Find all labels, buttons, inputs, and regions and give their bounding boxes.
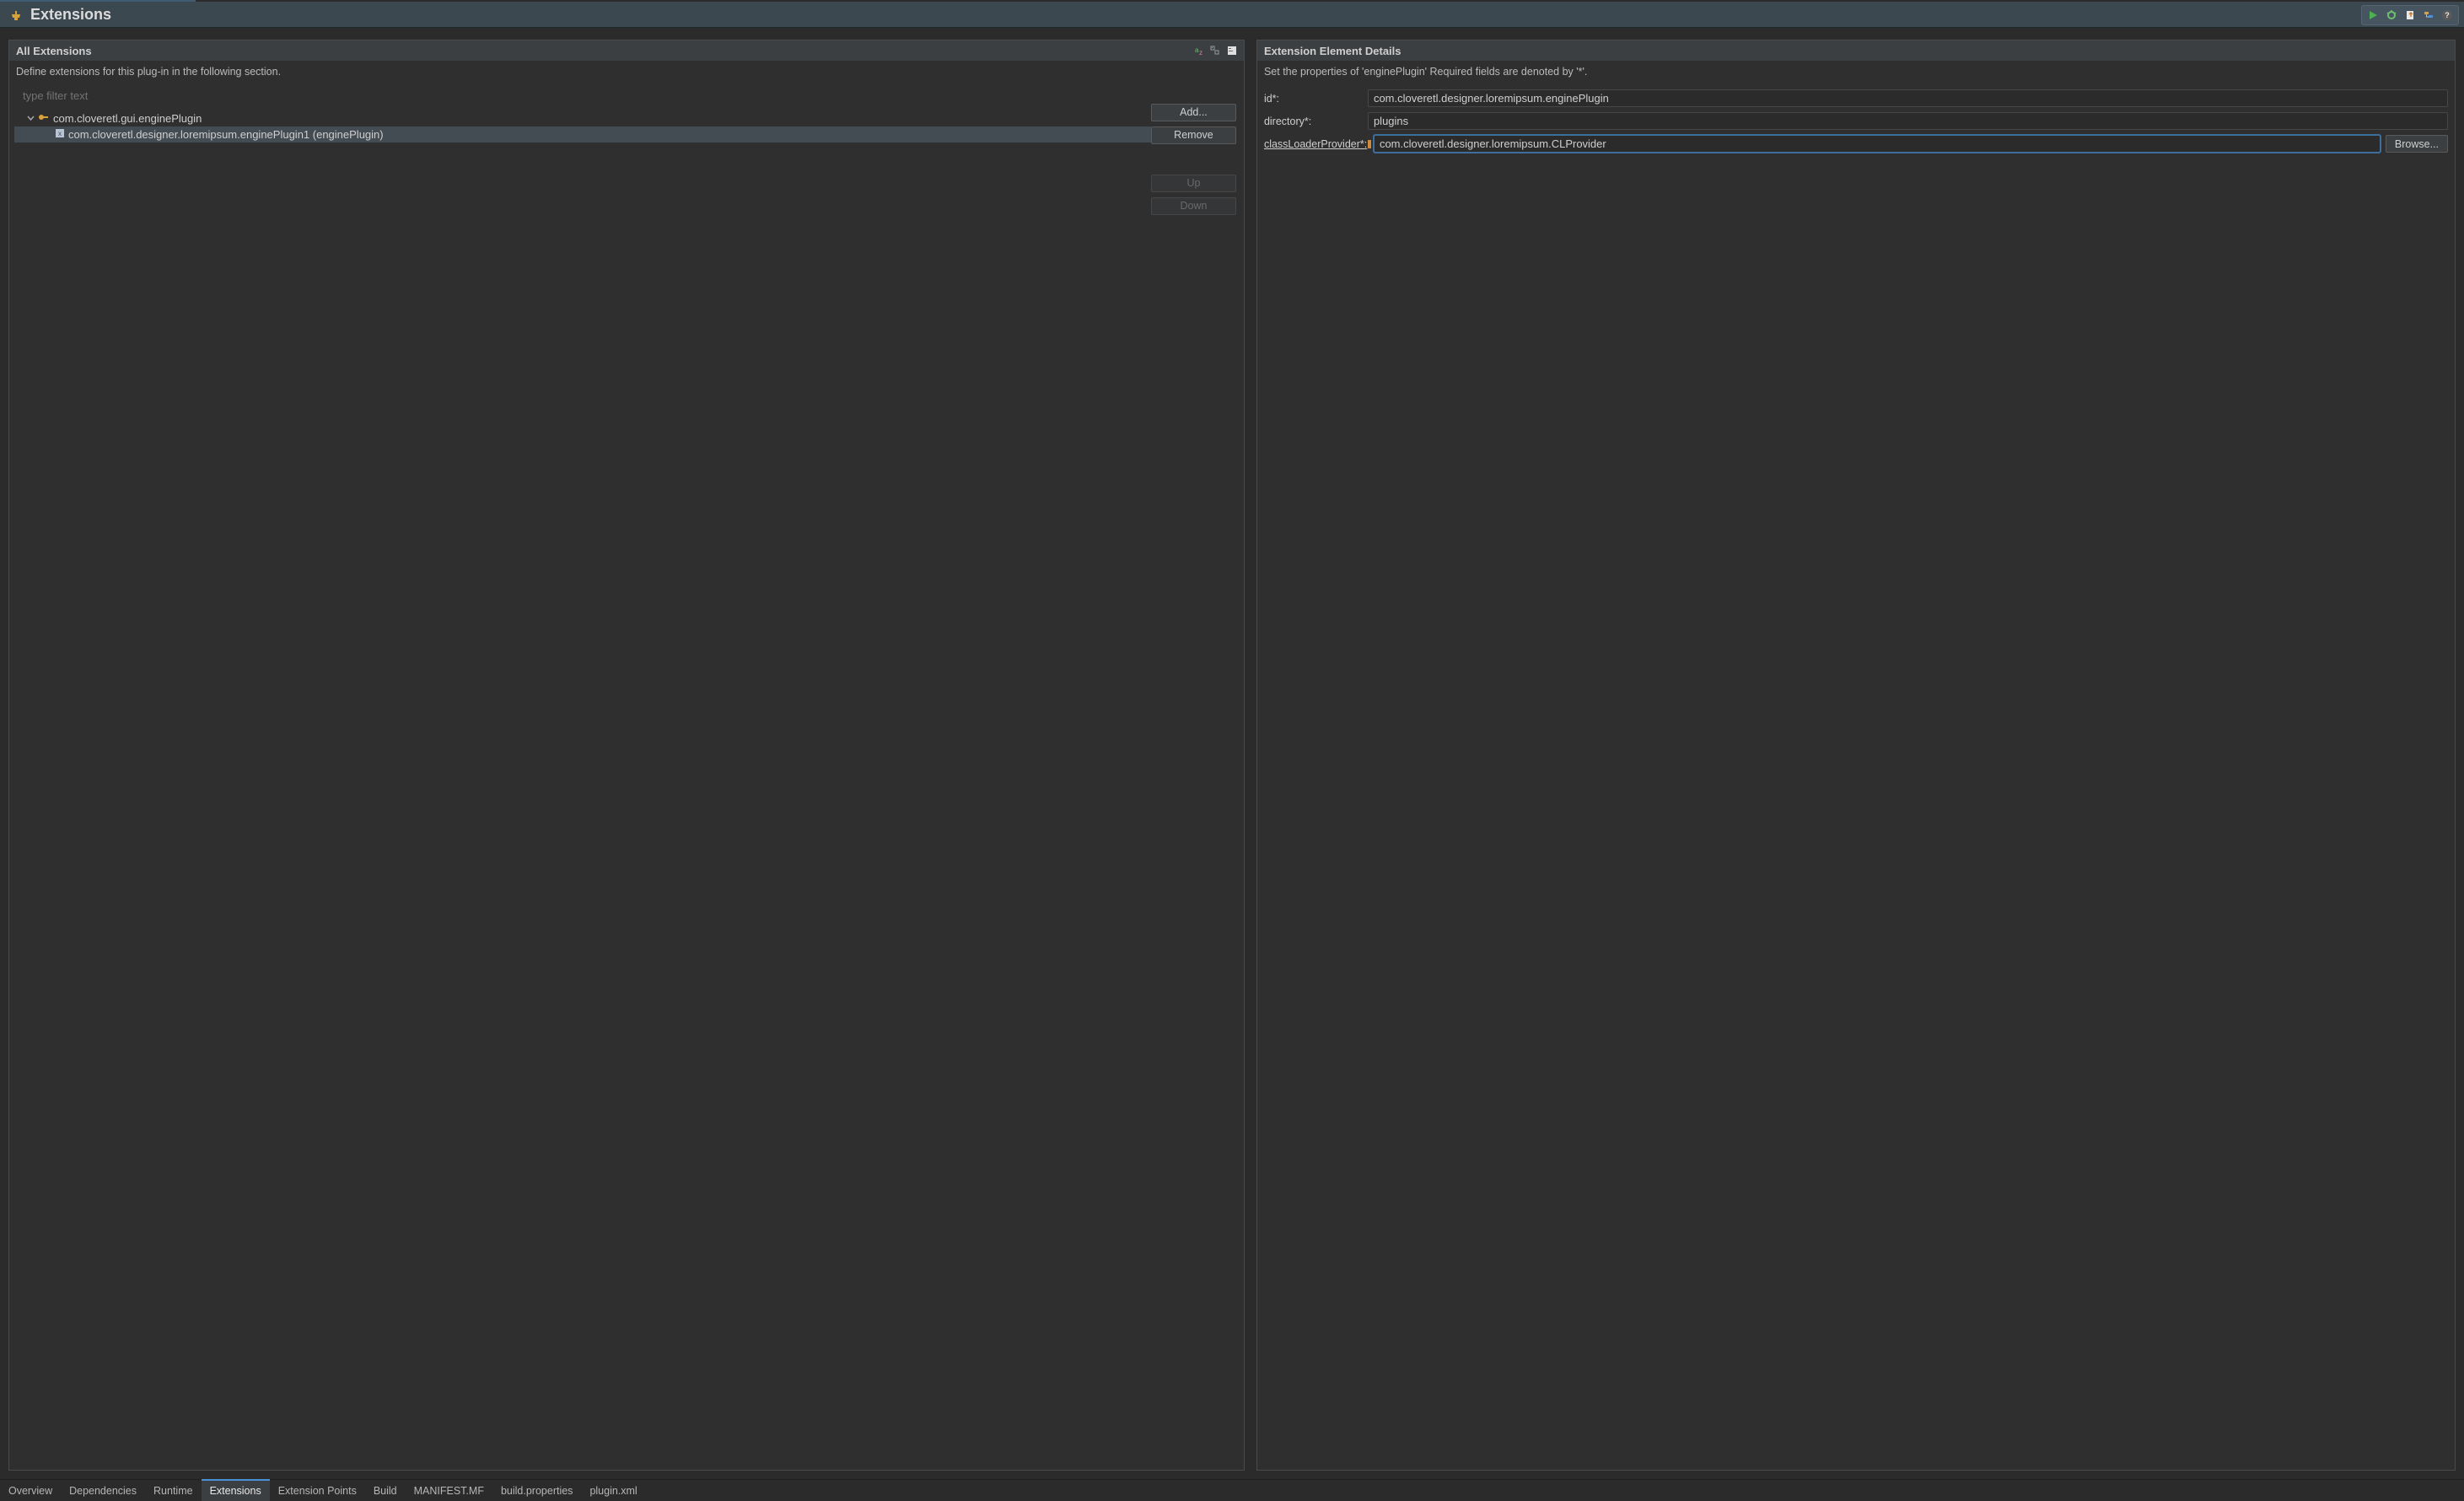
classloader-label[interactable]: classLoaderProvider*: bbox=[1264, 138, 1363, 150]
tree-parent-label: com.cloveretl.gui.enginePlugin bbox=[53, 112, 202, 125]
tab-plugin-xml[interactable]: plugin.xml bbox=[581, 1480, 645, 1501]
tree-parent-row[interactable]: com.cloveretl.gui.enginePlugin bbox=[14, 110, 1151, 126]
all-extensions-panel: All Extensions az Define extensions for … bbox=[8, 40, 1245, 1471]
remove-button[interactable]: Remove bbox=[1151, 126, 1236, 144]
extension-point-icon bbox=[38, 112, 50, 125]
all-extensions-body: com.cloveretl.gui.enginePlugin x com.clo… bbox=[9, 84, 1244, 1470]
tab-overview[interactable]: Overview bbox=[0, 1480, 61, 1501]
classloader-input[interactable] bbox=[1374, 135, 2381, 153]
tree-column: com.cloveretl.gui.enginePlugin x com.clo… bbox=[9, 84, 1151, 1470]
chevron-down-icon[interactable] bbox=[26, 115, 35, 123]
plug-icon bbox=[8, 8, 24, 23]
run-icon[interactable] bbox=[2365, 8, 2381, 23]
tab-runtime[interactable]: Runtime bbox=[145, 1480, 202, 1501]
extension-details-header: Extension Element Details bbox=[1257, 40, 2455, 61]
tree-child-row[interactable]: x com.cloveretl.designer.loremipsum.engi… bbox=[14, 126, 1151, 143]
tab-build[interactable]: Build bbox=[365, 1480, 406, 1501]
down-button: Down bbox=[1151, 197, 1236, 215]
tab-manifest[interactable]: MANIFEST.MF bbox=[406, 1480, 492, 1501]
details-form: id*: directory*: classLoaderProvider*: B… bbox=[1257, 84, 2455, 159]
all-extensions-subtitle: Define extensions for this plug-in in th… bbox=[9, 61, 1244, 84]
tab-build-properties[interactable]: build.properties bbox=[492, 1480, 581, 1501]
export-icon[interactable] bbox=[2402, 8, 2418, 23]
extension-details-panel: Extension Element Details Set the proper… bbox=[1256, 40, 2456, 1471]
all-extensions-header: All Extensions az bbox=[9, 40, 1244, 61]
extensions-tree[interactable]: com.cloveretl.gui.enginePlugin x com.clo… bbox=[14, 109, 1151, 1470]
tab-extension-points[interactable]: Extension Points bbox=[270, 1480, 365, 1501]
directory-label: directory*: bbox=[1264, 116, 1363, 127]
up-button: Up bbox=[1151, 175, 1236, 192]
form-row-id: id*: bbox=[1264, 88, 2448, 109]
organize-manifest-icon[interactable] bbox=[2421, 8, 2436, 23]
editor-bottom-tabs: Overview Dependencies Runtime Extensions… bbox=[0, 1479, 2464, 1501]
browse-button[interactable]: Browse... bbox=[2386, 135, 2448, 153]
all-extensions-title: All Extensions bbox=[16, 45, 92, 57]
directory-input[interactable] bbox=[1368, 112, 2448, 130]
filter-wrap bbox=[14, 84, 1151, 109]
form-row-directory: directory*: bbox=[1264, 110, 2448, 132]
id-label: id*: bbox=[1264, 93, 1363, 105]
tree-side-buttons: Add... Remove Up Down bbox=[1151, 84, 1244, 1470]
header-toolbar: ? bbox=[2361, 5, 2459, 25]
filter-text-input[interactable] bbox=[16, 86, 1146, 105]
svg-text:?: ? bbox=[2445, 11, 2450, 19]
top-accent-line bbox=[0, 0, 2464, 2]
svg-text:z: z bbox=[1199, 49, 1202, 56]
tab-dependencies[interactable]: Dependencies bbox=[61, 1480, 145, 1501]
sort-alpha-icon[interactable]: az bbox=[1192, 44, 1205, 57]
collapse-all-icon[interactable] bbox=[1208, 44, 1222, 57]
tab-extensions[interactable]: Extensions bbox=[202, 1480, 270, 1501]
header-left: Extensions bbox=[8, 6, 111, 24]
all-extensions-toolbar: az bbox=[1192, 44, 1239, 57]
tree-child-label: com.cloveretl.designer.loremipsum.engine… bbox=[68, 128, 384, 141]
editor-header: Extensions ? bbox=[0, 2, 2464, 28]
id-input[interactable] bbox=[1368, 89, 2448, 107]
extension-details-title: Extension Element Details bbox=[1264, 45, 1401, 57]
show-tree-icon[interactable] bbox=[1225, 44, 1239, 57]
form-row-classloader: classLoaderProvider*: Browse... bbox=[1264, 133, 2448, 154]
svg-text:x: x bbox=[58, 130, 62, 137]
help-icon[interactable]: ? bbox=[2440, 8, 2455, 23]
debug-icon[interactable] bbox=[2384, 8, 2399, 23]
element-icon: x bbox=[55, 128, 65, 141]
dirty-marker-icon bbox=[1368, 140, 1371, 148]
page-title: Extensions bbox=[30, 6, 111, 24]
extension-details-subtitle: Set the properties of 'enginePlugin' Req… bbox=[1257, 61, 2455, 84]
main-area: All Extensions az Define extensions for … bbox=[0, 28, 2464, 1479]
add-button[interactable]: Add... bbox=[1151, 104, 1236, 121]
